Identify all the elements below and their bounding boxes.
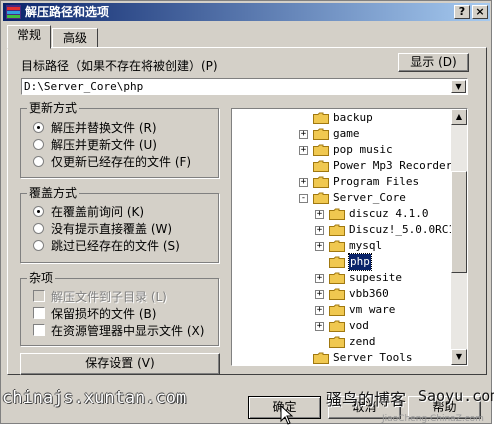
tree-node-label[interactable]: supesite: [349, 270, 402, 286]
folder-icon: [313, 128, 329, 140]
folder-icon: [313, 176, 329, 188]
tree-node[interactable]: + vm ware: [232, 302, 451, 318]
folder-icon: [329, 288, 345, 300]
close-icon[interactable]: ×: [472, 5, 488, 19]
tree-node-label[interactable]: zend: [349, 334, 376, 350]
radio-icon[interactable]: [33, 223, 44, 234]
tree-node[interactable]: + vod: [232, 318, 451, 334]
tree-node-label[interactable]: mysql: [349, 238, 382, 254]
scrollbar-thumb[interactable]: [451, 171, 467, 273]
save-settings-button[interactable]: 保存设置 (V): [20, 353, 220, 375]
radio-selected-icon[interactable]: [33, 122, 44, 133]
tree-node-label[interactable]: vbb360: [349, 286, 389, 302]
tree-node-label[interactable]: Server Tools: [333, 350, 412, 365]
folder-icon: [329, 272, 345, 284]
expand-icon[interactable]: +: [315, 306, 324, 315]
tab-general[interactable]: 常规: [7, 25, 51, 49]
vertical-scrollbar[interactable]: ▲ ▼: [451, 109, 467, 365]
window-title: 解压路径和选项: [25, 5, 110, 19]
expand-icon[interactable]: +: [315, 210, 324, 219]
tree-node-label[interactable]: game: [333, 126, 360, 142]
folder-icon: [329, 240, 345, 252]
misc-group: 杂项 解压文件到子目录 (L) 保留损坏的文件 (B) 在资源管理器中显示文件 …: [20, 271, 219, 346]
checkbox-icon[interactable]: [33, 324, 45, 336]
expand-icon[interactable]: +: [315, 274, 324, 283]
folder-icon: [313, 112, 329, 124]
expand-icon[interactable]: +: [299, 178, 308, 187]
tree-node-label[interactable]: Program Files: [333, 174, 419, 190]
title-bar: 解压路径和选项 ? ×: [3, 3, 490, 21]
help-title-button[interactable]: ?: [454, 5, 470, 19]
winrar-app-icon: [6, 5, 21, 19]
folder-icon: [313, 192, 329, 204]
expand-icon[interactable]: +: [299, 130, 308, 139]
tree-node[interactable]: + vbb360: [232, 286, 451, 302]
overwrite-mode-title: 覆盖方式: [27, 186, 80, 200]
folder-icon: [313, 160, 329, 172]
tree-node-label[interactable]: Power Mp3 Recorder: [333, 158, 452, 174]
folder-icon: [329, 208, 345, 220]
tree-node-label[interactable]: Server_Core: [333, 190, 406, 206]
tree-node[interactable]: backup: [232, 110, 451, 126]
checkbox-icon[interactable]: [33, 307, 45, 319]
misc-title: 杂项: [27, 271, 56, 285]
expand-icon[interactable]: +: [315, 322, 324, 331]
watermark-blog-url: Saoyu.com: [418, 387, 494, 405]
tree-node-label[interactable]: vod: [349, 318, 369, 334]
scroll-up-icon[interactable]: ▲: [451, 109, 467, 125]
tree-node[interactable]: - Server_Core: [232, 190, 451, 206]
folder-icon: [313, 144, 329, 156]
collapse-icon[interactable]: -: [299, 194, 308, 203]
update-mode-group: 更新方式 解压并替换文件 (R) 解压并更新文件 (U) 仅更新已经存在的文件 …: [20, 101, 219, 178]
update-mode-title: 更新方式: [27, 101, 80, 115]
folder-icon: [329, 304, 345, 316]
expand-icon[interactable]: +: [315, 226, 324, 235]
destination-path-combobox[interactable]: D:\Server_Core\php ▼: [21, 78, 468, 95]
tree-node-label[interactable]: discuz 4.1.0: [349, 206, 428, 222]
tree-node-label[interactable]: Discuz!_5.0.0RC1_: [349, 222, 462, 238]
tree-node[interactable]: zend: [232, 334, 451, 350]
overwrite-mode-group: 覆盖方式 在覆盖前询问 (K) 没有提示直接覆盖 (W) 跳过已经存在的文件 (…: [20, 186, 219, 263]
radio-icon[interactable]: [33, 139, 44, 150]
radio-icon[interactable]: [33, 240, 44, 251]
radio-icon[interactable]: [33, 156, 44, 167]
folder-icon: [329, 224, 345, 236]
tree-node[interactable]: + mysql: [232, 238, 451, 254]
tree-node[interactable]: + pop music: [232, 142, 451, 158]
tree-node[interactable]: Power Mp3 Recorder: [232, 158, 452, 174]
folder-icon: [329, 320, 345, 332]
tree-node[interactable]: + Discuz!_5.0.0RC1_: [232, 222, 462, 238]
tree-node[interactable]: + game: [232, 126, 451, 142]
expand-icon[interactable]: +: [299, 146, 308, 155]
tree-node[interactable]: + supesite: [232, 270, 451, 286]
tree-node-label[interactable]: backup: [333, 110, 373, 126]
scroll-down-icon[interactable]: ▼: [451, 349, 467, 365]
destination-path-label: 目标路径（如果不存在将被创建）(P): [21, 59, 218, 73]
tree-node[interactable]: Server Tools: [232, 350, 451, 365]
watermark-corner: JiaoCheng.ChinaZ.com: [382, 414, 484, 424]
checkbox-icon[interactable]: [33, 290, 45, 302]
tree-node[interactable]: + discuz 4.1.0: [232, 206, 451, 222]
chevron-down-icon[interactable]: ▼: [451, 80, 466, 93]
folder-icon: [329, 336, 345, 348]
tree-node[interactable]: php: [232, 253, 451, 271]
show-button[interactable]: 显示 (D): [398, 53, 469, 72]
watermark-blog-title: 骚鸟的博客: [326, 390, 407, 409]
destination-path-value[interactable]: D:\Server_Core\php: [24, 80, 143, 93]
expand-icon[interactable]: +: [315, 242, 324, 251]
extract-dialog: 解压路径和选项 ? × 常规 高级 目标路径（如果不存在将被创建）(P) 显示 …: [0, 0, 492, 425]
expand-icon[interactable]: +: [315, 290, 324, 299]
tab-advanced[interactable]: 高级: [52, 28, 98, 48]
tree-node-label[interactable]: vm ware: [349, 302, 395, 318]
tree-node-label[interactable]: php: [348, 253, 372, 271]
folder-tree[interactable]: backup + game + pop music Power Mp3 Recorder +…: [231, 108, 468, 366]
tree-node[interactable]: + Program Files: [232, 174, 451, 190]
folder-icon: [313, 352, 329, 364]
radio-selected-icon[interactable]: [33, 206, 44, 217]
tree-node-label[interactable]: pop music: [333, 142, 393, 158]
mouse-cursor-icon: [280, 405, 294, 425]
watermark-left: chinajs.xuntan.com: [2, 388, 187, 408]
folder-open-icon: [329, 256, 345, 268]
